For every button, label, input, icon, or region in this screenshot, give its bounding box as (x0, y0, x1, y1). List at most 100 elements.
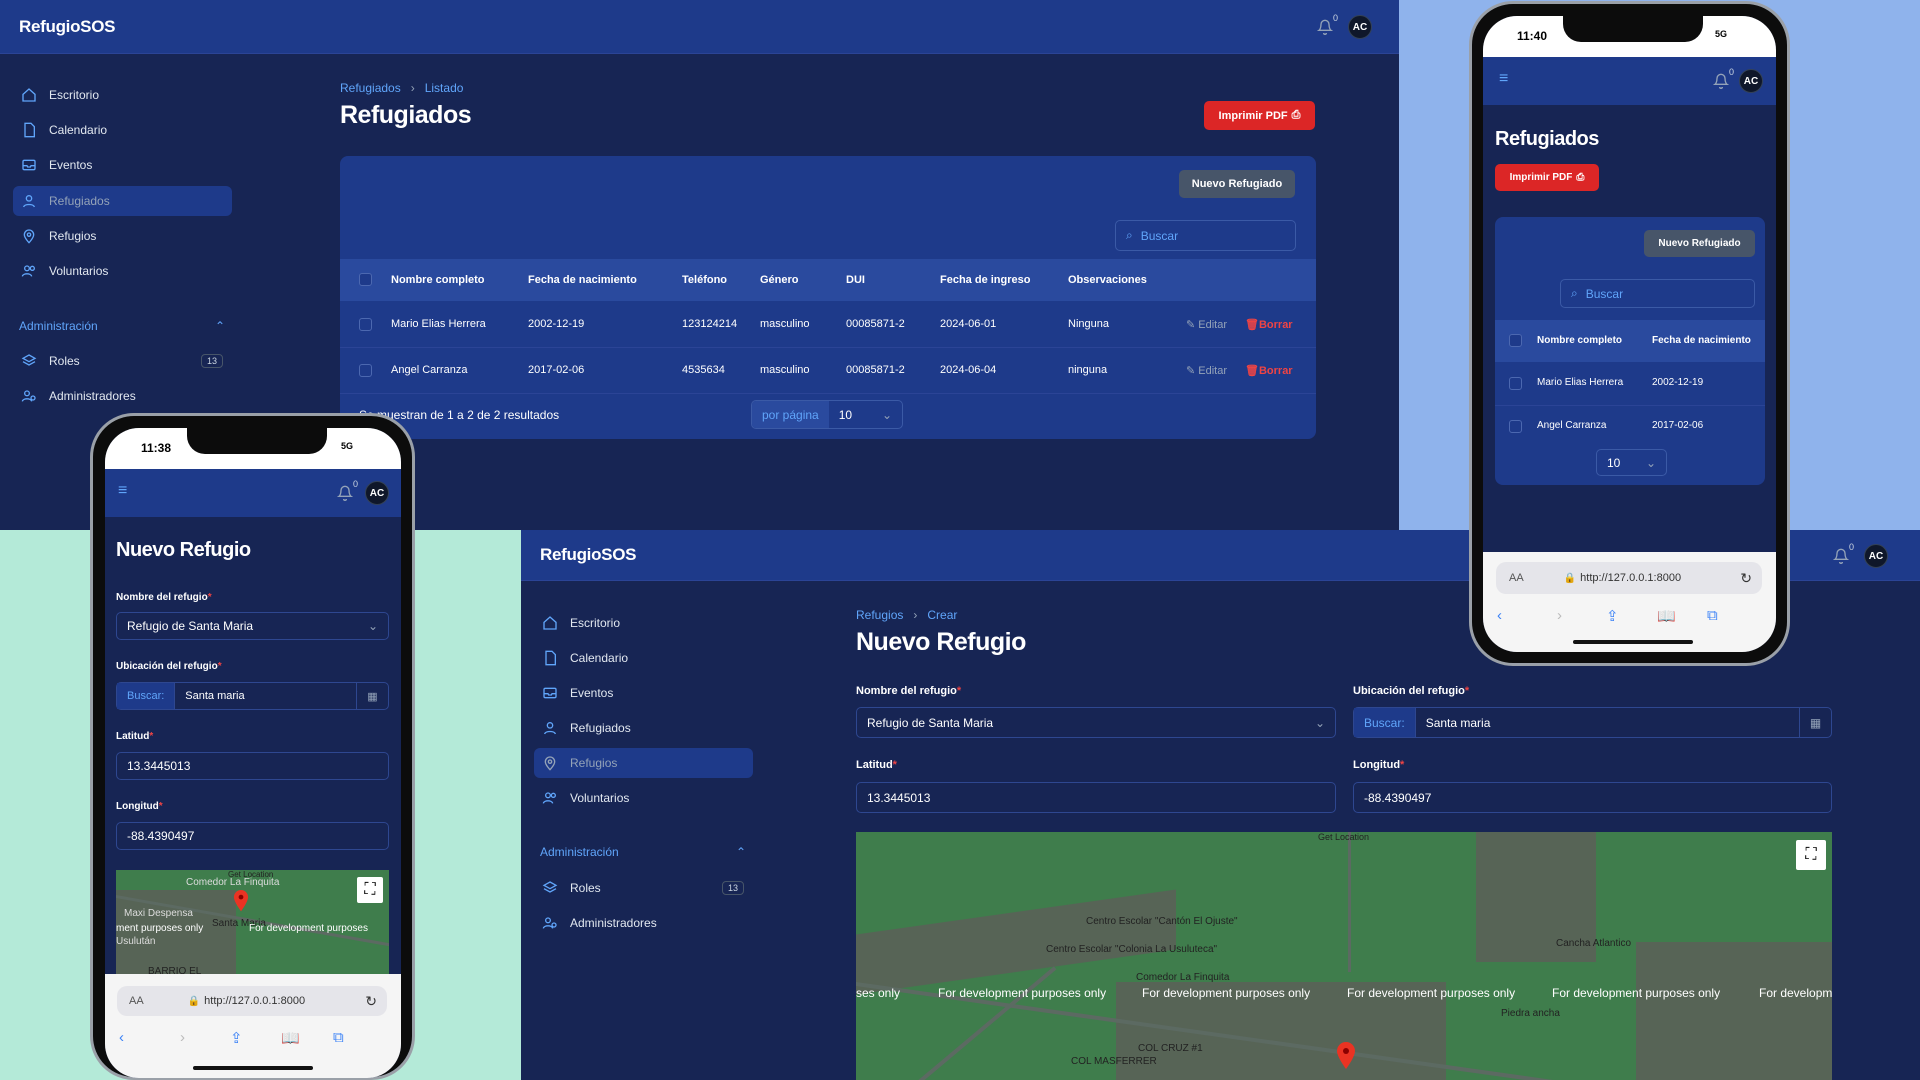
bookmarks-icon[interactable]: 📖 (281, 1029, 300, 1047)
reload-icon[interactable]: ↻ (365, 993, 377, 1010)
fullscreen-icon[interactable]: ⛶ (1796, 840, 1826, 870)
url-bar[interactable]: AA 🔒 http://127.0.0.1:8000 ↻ (117, 986, 387, 1016)
map-marker-icon[interactable] (233, 890, 249, 912)
table-row[interactable]: Angel Carranza 2017-02-06 (1495, 406, 1765, 449)
per-page-select[interactable]: por página 10 ⌄ (751, 400, 903, 429)
location-map[interactable]: Get Location ⛶ Comedor La Finquita Maxi … (116, 870, 389, 980)
hamburger-menu-icon[interactable]: ≡ (118, 482, 127, 500)
sidebar-item-administradores[interactable]: Administradores (13, 381, 229, 411)
sidebar-item-roles[interactable]: Roles 13 (13, 346, 229, 376)
sidebar-item-refugiados[interactable]: Refugiados (534, 713, 750, 743)
delete-button[interactable]: 🗑Borrar (1245, 318, 1293, 331)
table-row[interactable]: Mario Elias Herrera 2002-12-19 (1495, 362, 1765, 405)
ubicacion-input[interactable]: Santa maria (185, 690, 244, 702)
sidebar-item-refugios[interactable]: Refugios (13, 221, 229, 251)
column-header[interactable]: Observaciones (1068, 274, 1147, 286)
row-checkbox[interactable] (1509, 420, 1522, 433)
sidebar-item-calendario[interactable]: Calendario (534, 643, 750, 673)
sidebar-item-label: Administradores (570, 916, 657, 930)
sidebar-item-roles[interactable]: Roles 13 (534, 873, 750, 903)
reader-aa-button[interactable]: AA (129, 995, 144, 1007)
section-label: Administración (19, 319, 98, 333)
app-logo[interactable]: RefugioSOS (19, 17, 115, 37)
breadcrumb-link[interactable]: Refugios (856, 608, 903, 622)
share-icon[interactable]: ⇪ (230, 1029, 243, 1047)
row-checkbox[interactable] (359, 364, 372, 377)
delete-button[interactable]: 🗑Borrar (1245, 364, 1293, 377)
sidebar-item-refugiados[interactable]: Refugiados (13, 186, 232, 216)
sidebar-section-admin[interactable]: Administración ⌃ (540, 845, 746, 859)
breadcrumb-link[interactable]: Refugiados (340, 81, 401, 95)
column-header[interactable]: Fecha de ingreso (940, 274, 1030, 286)
search-input[interactable]: ⌕ Buscar (1560, 279, 1755, 308)
column-header[interactable]: DUI (846, 274, 865, 286)
column-header[interactable]: Fecha de nacimiento (1652, 335, 1765, 346)
sidebar-item-escritorio[interactable]: Escritorio (534, 608, 750, 638)
avatar[interactable]: AC (1864, 544, 1888, 568)
avatar[interactable]: AC (1739, 69, 1763, 93)
hamburger-menu-icon[interactable]: ≡ (1499, 70, 1508, 88)
sidebar-item-voluntarios[interactable]: Voluntarios (534, 783, 750, 813)
column-header[interactable]: Género (760, 274, 799, 286)
column-header[interactable]: Nombre completo (1537, 335, 1622, 346)
map-icon[interactable]: ▦ (356, 683, 388, 709)
sidebar-item-eventos[interactable]: Eventos (534, 678, 750, 708)
avatar[interactable]: AC (365, 481, 389, 505)
bell-icon[interactable] (337, 485, 353, 501)
latitud-input[interactable]: 13.3445013 (856, 782, 1336, 813)
map-get-location[interactable]: Get Location (1318, 832, 1369, 842)
back-icon[interactable]: ‹ (1497, 607, 1502, 624)
sidebar-item-escritorio[interactable]: Escritorio (13, 80, 229, 110)
column-header[interactable]: Teléfono (682, 274, 727, 286)
edit-button[interactable]: ✎ Editar (1186, 364, 1227, 377)
print-pdf-button[interactable]: Imprimir PDF ⎙ (1495, 164, 1599, 191)
bell-icon[interactable] (1713, 73, 1729, 89)
column-header[interactable]: Nombre completo (391, 274, 485, 286)
sidebar-section-admin[interactable]: Administración ⌃ (19, 319, 225, 333)
longitud-input[interactable]: -88.4390497 (116, 822, 389, 850)
select-all-checkbox[interactable] (359, 273, 372, 286)
tabs-icon[interactable]: ⧉ (333, 1029, 344, 1046)
map-marker-icon[interactable] (1336, 1042, 1356, 1070)
nombre-refugio-select[interactable]: Refugio de Santa Maria ⌄ (116, 612, 389, 640)
new-refugiado-button[interactable]: Nuevo Refugiado (1179, 170, 1295, 198)
forward-icon[interactable]: › (180, 1029, 185, 1046)
table-row[interactable]: Mario Elias Herrera 2002-12-19 123124214… (340, 301, 1316, 347)
url-bar[interactable]: AA 🔒 http://127.0.0.1:8000 ↻ (1496, 562, 1762, 594)
print-pdf-button[interactable]: Imprimir PDF ⎙ (1204, 101, 1315, 130)
bell-icon[interactable] (1317, 19, 1333, 35)
reader-aa-button[interactable]: AA (1509, 572, 1524, 584)
sidebar-item-voluntarios[interactable]: Voluntarios (13, 256, 229, 286)
longitud-input[interactable]: -88.4390497 (1353, 782, 1832, 813)
bell-icon[interactable] (1833, 548, 1849, 564)
fullscreen-icon[interactable]: ⛶ (357, 877, 383, 903)
new-refugiado-button[interactable]: Nuevo Refugiado (1644, 230, 1755, 257)
row-checkbox[interactable] (1509, 377, 1522, 390)
share-icon[interactable]: ⇪ (1606, 607, 1619, 625)
bookmarks-icon[interactable]: 📖 (1657, 607, 1676, 625)
ubicacion-search-field[interactable]: Buscar: Santa maria ▦ (1353, 707, 1832, 738)
forward-icon[interactable]: › (1557, 607, 1562, 624)
latitud-input[interactable]: 13.3445013 (116, 752, 389, 780)
select-all-checkbox[interactable] (1509, 334, 1522, 347)
ubicacion-search-field[interactable]: Buscar: Santa maria ▦ (116, 682, 389, 710)
avatar[interactable]: AC (1348, 15, 1372, 39)
row-checkbox[interactable] (359, 318, 372, 331)
sidebar-item-refugios[interactable]: Refugios (534, 748, 753, 778)
back-icon[interactable]: ‹ (119, 1029, 124, 1046)
tabs-icon[interactable]: ⧉ (1707, 607, 1718, 624)
location-map[interactable]: Get Location ⛶ Centro Escolar "Cantón El… (856, 832, 1832, 1080)
search-input[interactable]: ⌕ Buscar (1115, 220, 1296, 251)
map-icon[interactable]: ▦ (1799, 708, 1831, 737)
sidebar-item-eventos[interactable]: Eventos (13, 150, 229, 180)
sidebar-item-administradores[interactable]: Administradores (534, 908, 750, 938)
nombre-refugio-select[interactable]: Refugio de Santa Maria ⌄ (856, 707, 1336, 738)
app-logo[interactable]: RefugioSOS (540, 545, 636, 565)
edit-button[interactable]: ✎ Editar (1186, 318, 1227, 331)
column-header[interactable]: Fecha de nacimiento (528, 274, 637, 286)
per-page-select[interactable]: 10 ⌄ (1596, 449, 1667, 476)
reload-icon[interactable]: ↻ (1740, 570, 1752, 587)
ubicacion-input[interactable]: Santa maria (1426, 716, 1491, 730)
table-row[interactable]: Angel Carranza 2017-02-06 4535634 mascul… (340, 348, 1316, 393)
sidebar-item-calendario[interactable]: Calendario (13, 115, 229, 145)
